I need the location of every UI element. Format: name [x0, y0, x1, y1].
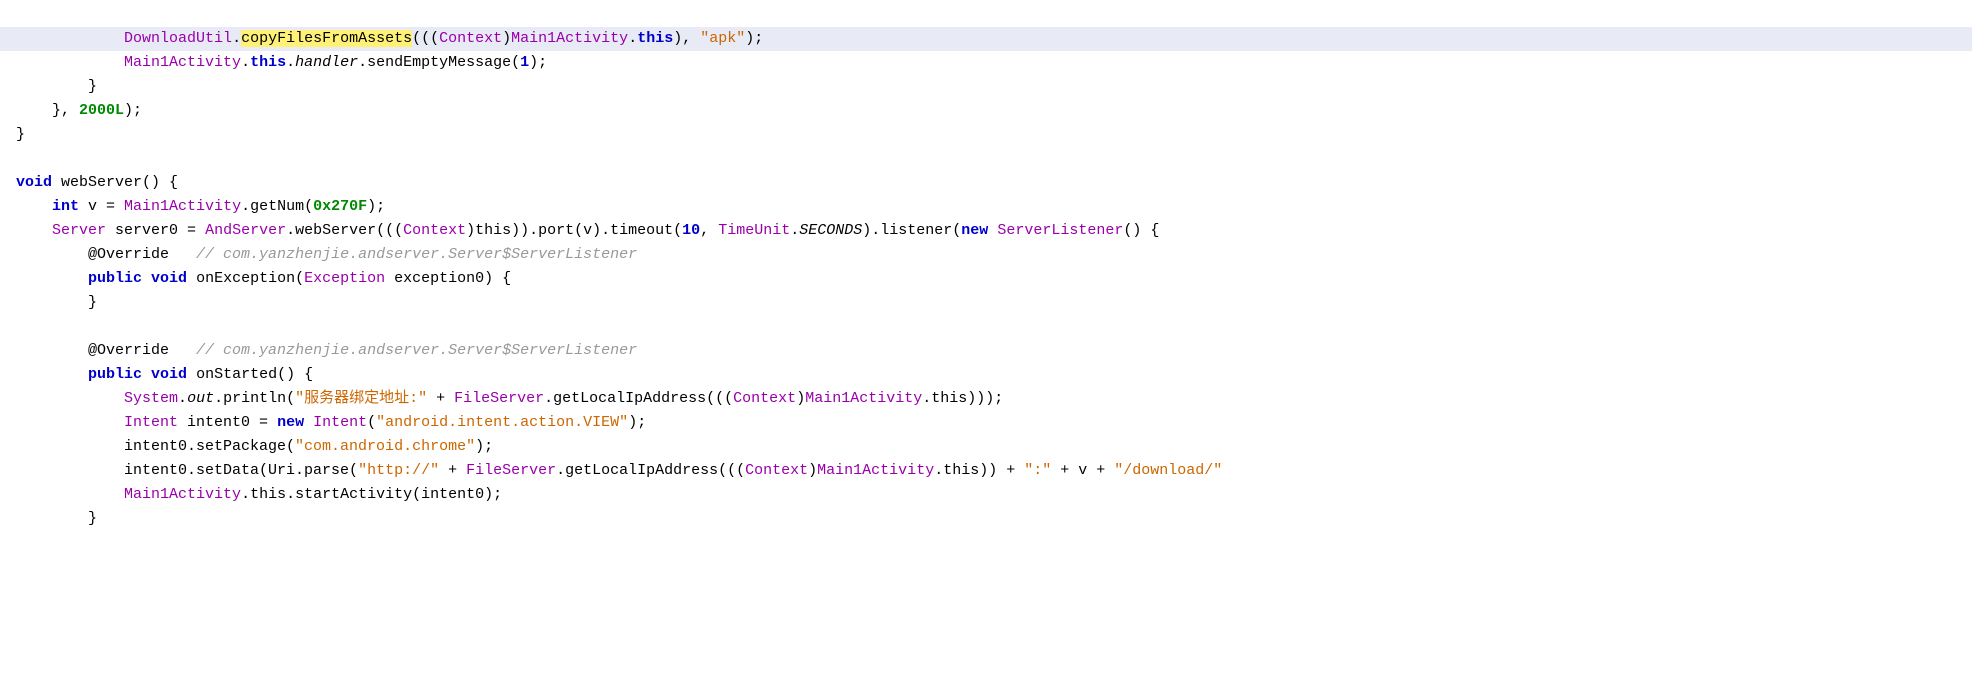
code-line: Main1Activity.this.startActivity(intent0…: [0, 483, 1972, 507]
code-line: public void onStarted() {: [0, 363, 1972, 387]
code-line: Intent intent0 = new Intent("android.int…: [0, 411, 1972, 435]
code-line: }: [0, 75, 1972, 99]
code-line: [0, 315, 1972, 339]
code-line: System.out.println("服务器绑定地址:" + FileServ…: [0, 387, 1972, 411]
code-line: Main1Activity.this.handler.sendEmptyMess…: [0, 51, 1972, 75]
code-line: @Override // com.yanzhenjie.andserver.Se…: [0, 243, 1972, 267]
code-line: void webServer() {: [0, 171, 1972, 195]
code-line: }: [0, 123, 1972, 147]
code-line: public void onException(Exception except…: [0, 267, 1972, 291]
code-line: }: [0, 291, 1972, 315]
code-line: intent0.setPackage("com.android.chrome")…: [0, 435, 1972, 459]
code-line: intent0.setData(Uri.parse("http://" + Fi…: [0, 459, 1972, 483]
code-editor: DownloadUtil.copyFilesFromAssets(((Conte…: [0, 0, 1972, 535]
code-line: [0, 147, 1972, 171]
code-line: int v = Main1Activity.getNum(0x270F);: [0, 195, 1972, 219]
code-line: @Override // com.yanzhenjie.andserver.Se…: [0, 339, 1972, 363]
code-line: }: [0, 507, 1972, 531]
code-line: DownloadUtil.copyFilesFromAssets(((Conte…: [0, 27, 1972, 51]
code-line: Server server0 = AndServer.webServer(((C…: [0, 219, 1972, 243]
code-line: }, 2000L);: [0, 99, 1972, 123]
